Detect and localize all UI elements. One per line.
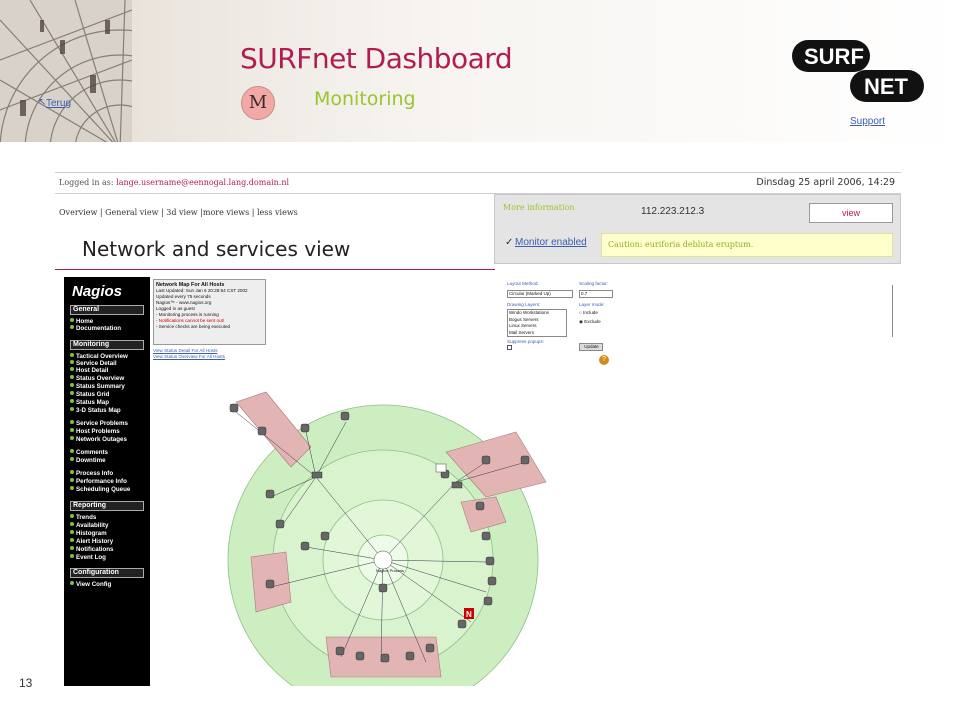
nagios-item-status-grid[interactable]: Status Grid	[70, 391, 109, 398]
info-bar: Logged in as: lange.username@eennogal.la…	[55, 172, 901, 194]
view-nav-overview[interactable]: Overview	[59, 208, 97, 217]
nagios-item-downtime[interactable]: Downtime	[70, 457, 106, 464]
map-info-line3: - Service checks are being executed	[156, 324, 231, 329]
view-nav-less[interactable]: less views	[257, 208, 298, 217]
surfnet-logo: SURF NET	[792, 40, 924, 102]
host-group-icon	[435, 463, 447, 473]
scaling-label: Scaling factor:	[579, 281, 609, 286]
more-info-label[interactable]: More information	[503, 203, 575, 212]
caution-message: Caution: euriforia debluta eruptum.	[601, 233, 893, 257]
logo-text-top: SURF	[804, 44, 864, 69]
section-badge: M	[241, 86, 275, 120]
nagios-item-tactical-overview[interactable]: Tactical Overview	[70, 353, 128, 360]
logged-in-user: lange.username@eennogal.lang.domain.nl	[116, 178, 290, 187]
page-title: Network and services view	[82, 237, 351, 261]
nagios-sidebar: Nagios General Home Documentation Monito…	[64, 277, 150, 686]
nagios-item-status-overview[interactable]: Status Overview	[70, 375, 124, 382]
nagios-item-3d-status-map[interactable]: 3-D Status Map	[70, 407, 121, 414]
view-nav: Overview | General view | 3d view |more …	[59, 208, 298, 217]
svg-text:N: N	[466, 610, 472, 619]
help-icon[interactable]: ?	[599, 355, 609, 365]
layout-form: Layout Method: Circular (Marked Up) Scal…	[507, 281, 617, 371]
view-nav-more[interactable]: more views	[203, 208, 249, 217]
nagios-item-trends[interactable]: Trends	[70, 514, 96, 521]
nagios-item-view-config[interactable]: View Config	[70, 581, 111, 588]
ip-address: 112.223.212.3	[641, 206, 705, 217]
nagios-section-general: General	[70, 305, 144, 315]
support-link[interactable]: Support	[850, 116, 885, 127]
suppress-checkbox[interactable]	[507, 345, 512, 350]
section-title: Monitoring	[314, 88, 416, 110]
layout-method-select[interactable]: Circular (Marked Up)	[507, 290, 573, 298]
nagios-item-home[interactable]: Home	[70, 318, 93, 325]
network-status-map: Nagios Process N	[227, 391, 547, 686]
check-icon: ✓	[505, 237, 514, 248]
current-datetime: Dinsdag 25 april 2006, 14:29	[756, 177, 895, 188]
nagios-item-host-detail[interactable]: Host Detail	[70, 367, 108, 374]
update-button[interactable]: Update	[579, 343, 603, 351]
heading-divider	[55, 269, 495, 270]
nagios-item-status-summary[interactable]: Status Summary	[70, 383, 125, 390]
nagios-item-notifications[interactable]: Notifications	[70, 546, 113, 553]
logged-in-text: Logged in as: lange.username@eennogal.la…	[59, 178, 289, 187]
status-overview-link[interactable]: View Status Overview For All Hosts	[153, 354, 225, 360]
slide-number: 13	[19, 676, 33, 690]
nagios-section-configuration: Configuration	[70, 568, 144, 578]
suppress-label: Suppress popups:	[507, 339, 545, 344]
layout-method-label: Layout Method:	[507, 281, 539, 286]
nagios-item-comments[interactable]: Comments	[70, 449, 108, 456]
view-nav-general[interactable]: General view	[105, 208, 158, 217]
drawing-layers-list[interactable]: Windo Workstations Bogus Servers Linux Se…	[507, 309, 567, 337]
layer-mode-label: Layer mode:	[579, 302, 605, 307]
nagios-item-network-outages[interactable]: Network Outages	[70, 436, 127, 443]
nagios-item-histogram[interactable]: Histogram	[70, 530, 107, 537]
frame-edge	[892, 285, 893, 337]
down-host-marker: N	[464, 608, 474, 619]
header-globe-image	[0, 0, 132, 142]
nagios-item-alert-history[interactable]: Alert History	[70, 538, 113, 545]
nagios-item-service-problems[interactable]: Service Problems	[70, 420, 128, 427]
map-links: View Status Detail For All Hosts View St…	[153, 348, 225, 360]
nagios-item-performance-info[interactable]: Performance Info	[70, 478, 127, 485]
scaling-input[interactable]: 0.7	[579, 290, 613, 298]
map-info-box: Network Map For All Hosts Last Updated: …	[153, 279, 266, 345]
nagios-item-documentation[interactable]: Documentation	[70, 325, 121, 332]
nagios-item-host-problems[interactable]: Host Problems	[70, 428, 120, 435]
drawing-layers-label: Drawing Layers:	[507, 302, 541, 307]
logo-text-bottom: NET	[864, 74, 909, 99]
app-title: SURFnet Dashboard	[240, 42, 513, 75]
map-sectors	[227, 391, 547, 686]
nagios-item-service-detail[interactable]: Service Detail	[70, 360, 117, 367]
monitor-enabled-link[interactable]: Monitor enabled	[515, 237, 587, 248]
nagios-logo: Nagios	[72, 283, 123, 300]
nagios-item-status-map[interactable]: Status Map	[70, 399, 109, 406]
exclude-radio[interactable]: ◉ Exclude	[579, 319, 601, 325]
host-info-panel: More information 112.223.212.3 view ✓ Mo…	[494, 194, 901, 264]
nagios-section-reporting: Reporting	[70, 501, 144, 511]
svg-text:Nagios Process: Nagios Process	[376, 568, 404, 573]
include-radio[interactable]: ○ Include	[579, 310, 598, 315]
view-button[interactable]: view	[809, 203, 893, 223]
view-nav-3d[interactable]: 3d view	[166, 208, 197, 217]
nagios-item-availability[interactable]: Availability	[70, 522, 108, 529]
back-link[interactable]: Terug	[46, 98, 71, 109]
nagios-section-monitoring: Monitoring	[70, 340, 144, 350]
nagios-item-process-info[interactable]: Process Info	[70, 470, 113, 477]
nagios-item-scheduling-queue[interactable]: Scheduling Queue	[70, 486, 130, 493]
nagios-item-event-log[interactable]: Event Log	[70, 554, 106, 561]
page-header: ↖ Terug SURFnet Dashboard M Monitoring S…	[0, 0, 960, 142]
logged-in-label: Logged in as:	[59, 178, 114, 187]
